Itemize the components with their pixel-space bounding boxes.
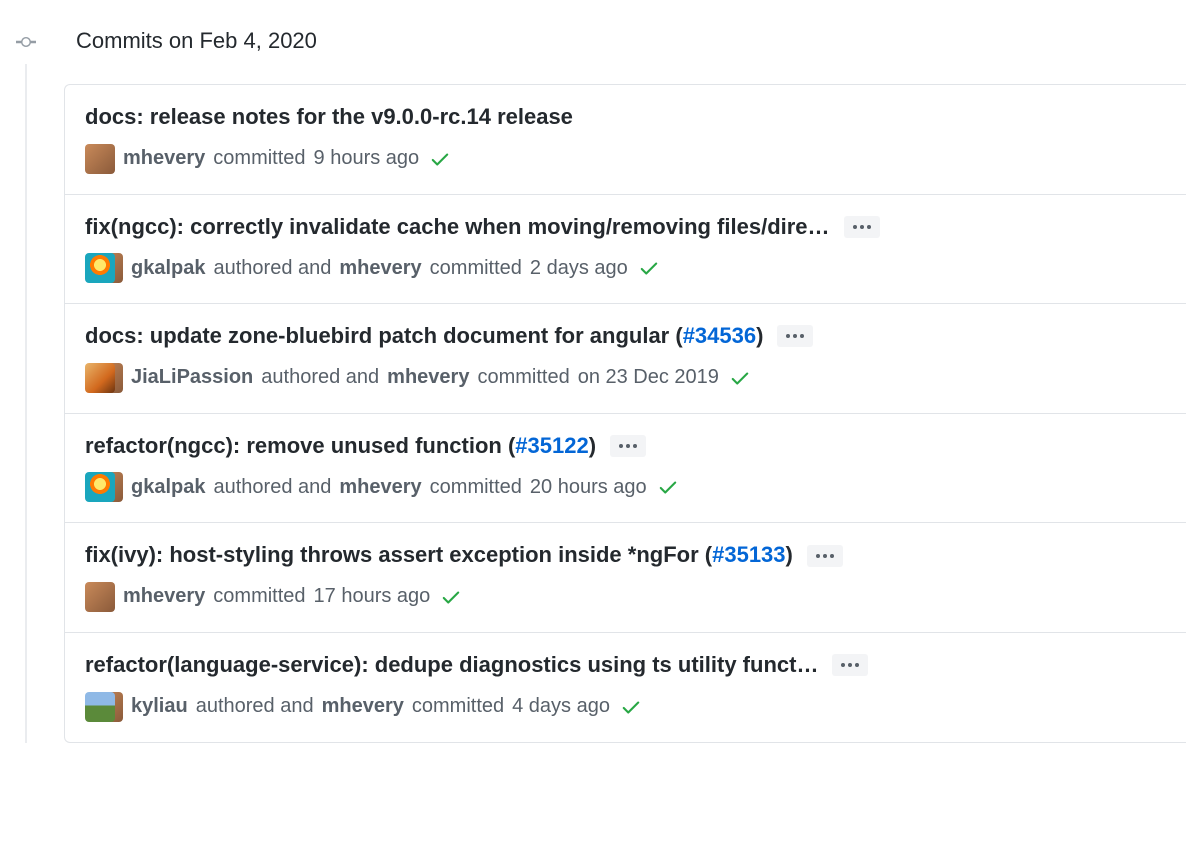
commit-title-link[interactable]: refactor(language-service): dedupe diagn…	[85, 651, 818, 680]
committer-link[interactable]: mhevery	[387, 366, 469, 389]
committer-link[interactable]: mhevery	[339, 476, 421, 499]
avatar[interactable]	[85, 692, 115, 722]
avatar-stack	[85, 363, 123, 393]
avatar[interactable]	[85, 144, 115, 174]
commit-title-row: fix(ngcc): correctly invalidate cache wh…	[85, 213, 1166, 242]
commit-row: docs: release notes for the v9.0.0-rc.14…	[65, 85, 1186, 195]
commit-time: 9 hours ago	[314, 147, 420, 170]
meta-text: committed	[430, 257, 522, 280]
avatar[interactable]	[85, 472, 115, 502]
avatar[interactable]	[85, 582, 115, 612]
author-link[interactable]: gkalpak	[131, 476, 205, 499]
commit-meta: gkalpak authored and mhevery committed 2 day…	[85, 253, 1166, 283]
status-check-success-icon[interactable]	[729, 367, 751, 389]
pr-reference-link[interactable]: #35122	[515, 433, 588, 458]
meta-text: committed	[430, 476, 522, 499]
commit-meta: mhevery committed 17 hours ago	[85, 582, 1166, 612]
timeline-main: Commits on Feb 4, 2020 docs: release not…	[64, 18, 1186, 743]
expand-commit-message-button[interactable]	[807, 545, 843, 567]
commit-title-close: )	[589, 433, 596, 458]
expand-commit-message-button[interactable]	[844, 216, 880, 238]
commit-title-row: refactor(language-service): dedupe diagn…	[85, 651, 1166, 680]
commit-title-link[interactable]: docs: release notes for the v9.0.0-rc.14…	[85, 103, 573, 132]
commit-row: refactor(language-service): dedupe diagn…	[65, 633, 1186, 742]
commit-list: docs: release notes for the v9.0.0-rc.14…	[64, 84, 1186, 743]
author-link[interactable]: mhevery	[123, 147, 205, 170]
meta-text: authored and	[213, 476, 331, 499]
avatar[interactable]	[85, 253, 115, 283]
committer-link[interactable]: mhevery	[339, 257, 421, 280]
status-check-success-icon[interactable]	[620, 696, 642, 718]
avatar[interactable]	[85, 363, 115, 393]
author-link[interactable]: mhevery	[123, 585, 205, 608]
commit-title-row: docs: release notes for the v9.0.0-rc.14…	[85, 103, 1166, 132]
commit-title-link[interactable]: docs: update zone-bluebird patch documen…	[85, 322, 763, 351]
timeline-gutter	[10, 18, 64, 743]
meta-text: committed	[412, 695, 504, 718]
pr-reference-link[interactable]: #35133	[712, 542, 785, 567]
commit-title-close: )	[786, 542, 793, 567]
avatar-stack	[85, 472, 123, 502]
git-commit-icon	[14, 34, 38, 50]
commit-row: fix(ngcc): correctly invalidate cache wh…	[65, 195, 1186, 305]
pr-reference-link[interactable]: #34536	[683, 323, 756, 348]
avatar-stack	[85, 144, 115, 174]
commit-meta: mhevery committed 9 hours ago	[85, 144, 1166, 174]
author-link[interactable]: gkalpak	[131, 257, 205, 280]
meta-text: authored and	[213, 257, 331, 280]
commit-row: docs: update zone-bluebird patch documen…	[65, 304, 1186, 414]
author-link[interactable]: kyliau	[131, 695, 188, 718]
commit-row: refactor(ngcc): remove unused function (…	[65, 414, 1186, 524]
commit-title-row: refactor(ngcc): remove unused function (…	[85, 432, 1166, 461]
commit-meta: gkalpak authored and mhevery committed 20 ho…	[85, 472, 1166, 502]
commit-title-link[interactable]: refactor(ngcc): remove unused function (…	[85, 432, 596, 461]
commit-time: 17 hours ago	[314, 585, 431, 608]
commit-title-link[interactable]: fix(ivy): host-styling throws assert exc…	[85, 541, 793, 570]
commit-title-row: fix(ivy): host-styling throws assert exc…	[85, 541, 1166, 570]
status-check-success-icon[interactable]	[440, 586, 462, 608]
avatar-stack	[85, 253, 123, 283]
expand-commit-message-button[interactable]	[610, 435, 646, 457]
expand-commit-message-button[interactable]	[832, 654, 868, 676]
commit-time: 4 days ago	[512, 695, 610, 718]
avatar-stack	[85, 582, 115, 612]
avatar-stack	[85, 692, 123, 722]
commit-time: on 23 Dec 2019	[578, 366, 719, 389]
author-link[interactable]: JiaLiPassion	[131, 366, 253, 389]
status-check-success-icon[interactable]	[429, 148, 451, 170]
meta-text: authored and	[261, 366, 379, 389]
commit-row: fix(ivy): host-styling throws assert exc…	[65, 523, 1186, 633]
commit-title-close: )	[756, 323, 763, 348]
status-check-success-icon[interactable]	[638, 257, 660, 279]
meta-text: committed	[213, 147, 305, 170]
commit-meta: JiaLiPassion authored and mhevery committed…	[85, 363, 1166, 393]
commit-title-link[interactable]: fix(ngcc): correctly invalidate cache wh…	[85, 213, 830, 242]
timeline-line	[25, 64, 27, 743]
commit-time: 2 days ago	[530, 257, 628, 280]
committer-link[interactable]: mhevery	[322, 695, 404, 718]
meta-text: authored and	[196, 695, 314, 718]
status-check-success-icon[interactable]	[657, 476, 679, 498]
expand-commit-message-button[interactable]	[777, 325, 813, 347]
meta-text: committed	[477, 366, 569, 389]
commit-meta: kyliau authored and mhevery committed 4 days…	[85, 692, 1166, 722]
commit-time: 20 hours ago	[530, 476, 647, 499]
commit-timeline: Commits on Feb 4, 2020 docs: release not…	[0, 0, 1186, 743]
commit-group-title: Commits on Feb 4, 2020	[64, 18, 1186, 84]
meta-text: committed	[213, 585, 305, 608]
commit-title-row: docs: update zone-bluebird patch documen…	[85, 322, 1166, 351]
